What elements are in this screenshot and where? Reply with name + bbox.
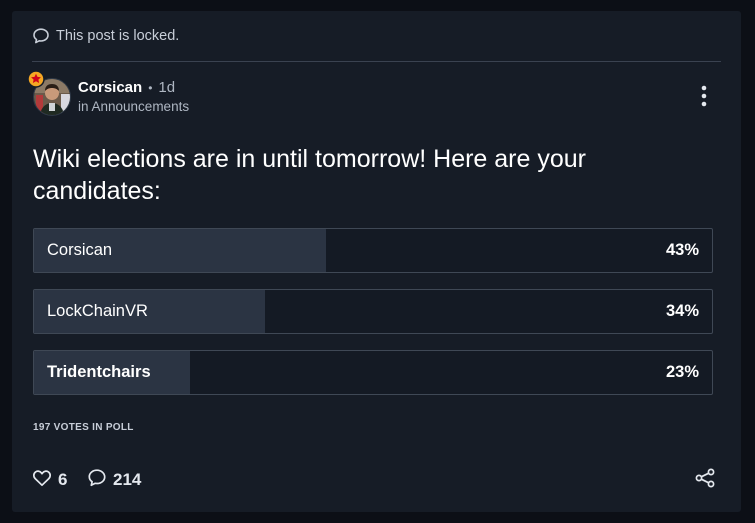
share-button[interactable] — [693, 468, 717, 493]
poll-vote-count: 197 VOTES IN POLL — [33, 422, 134, 433]
poll-option[interactable]: Tridentchairs 23% — [33, 350, 713, 395]
star-badge-icon — [27, 70, 45, 88]
speech-bubble-icon — [32, 27, 50, 45]
poll-option-percent: 23% — [665, 363, 699, 381]
poll-option[interactable]: Corsican 43% — [33, 228, 713, 273]
post-age: 1d — [158, 79, 176, 96]
poll-option-label: LockChainVR — [47, 302, 148, 320]
like-count: 6 — [58, 470, 68, 489]
author-name[interactable]: Corsican — [78, 78, 142, 98]
poll-option-percent: 43% — [665, 241, 699, 259]
author-line: Corsican • 1d — [78, 78, 175, 98]
share-icon — [694, 468, 716, 493]
poll-option-percent: 34% — [665, 302, 699, 320]
post-title[interactable]: Wiki elections are in until tomorrow! He… — [33, 143, 713, 207]
locked-text: This post is locked. — [56, 28, 180, 44]
comment-button[interactable]: 214 — [87, 469, 141, 491]
more-options-button[interactable] — [695, 83, 713, 113]
divider — [32, 61, 721, 62]
comment-count: 214 — [113, 470, 142, 489]
poll-option[interactable]: LockChainVR 34% — [33, 289, 713, 334]
poll-option-label: Tridentchairs — [47, 363, 151, 381]
poll-option-label: Corsican — [47, 241, 113, 259]
community-link[interactable]: in Announcements — [78, 98, 189, 115]
comment-icon — [87, 468, 107, 492]
separator-dot: • — [148, 81, 153, 95]
post-card: This post is locked. Corsican • 1d in An… — [12, 11, 741, 512]
kebab-menu-icon — [701, 85, 707, 112]
like-button[interactable]: 6 — [32, 469, 67, 491]
heart-icon — [32, 469, 52, 492]
locked-notice: This post is locked. — [32, 25, 179, 47]
